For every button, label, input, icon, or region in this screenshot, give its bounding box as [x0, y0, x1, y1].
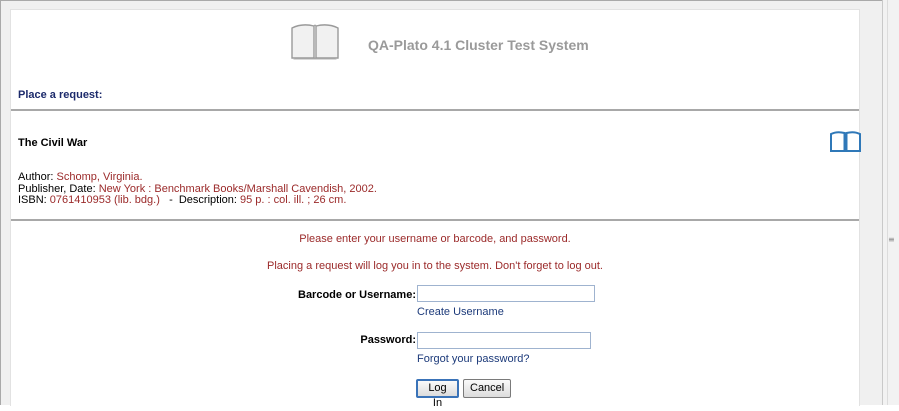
login-instruction: Please enter your username or barcode, a…	[299, 233, 571, 245]
create-username-link[interactable]: Create Username	[417, 306, 504, 318]
login-button[interactable]: Log In	[416, 379, 459, 409]
password-label: Password:	[360, 334, 416, 346]
open-book-icon	[291, 24, 339, 60]
isbn-label: ISBN:	[18, 194, 47, 206]
username-input[interactable]	[417, 285, 595, 302]
scrollbar-grip-icon[interactable]: ≡	[888, 236, 895, 244]
main-content: QA-Plato 4.1 Cluster Test System Place a…	[10, 9, 862, 409]
open-book-icon[interactable]	[829, 131, 862, 153]
item-title: The Civil War	[18, 137, 88, 149]
item-author: Author: Schomp, Virginia.	[18, 171, 143, 183]
header: QA-Plato 4.1 Cluster Test System	[11, 10, 859, 78]
vertical-scrollbar[interactable]: ≡	[882, 0, 899, 405]
scrollbar-track-line	[887, 0, 888, 405]
item-isbn-description: ISBN: 0761410953 (lib. bdg.) - Descripti…	[18, 194, 346, 206]
page-frame: QA-Plato 4.1 Cluster Test System Place a…	[0, 0, 882, 409]
author-label: Author:	[18, 171, 54, 183]
password-input[interactable]	[417, 332, 591, 349]
description-label: Description:	[178, 194, 237, 206]
divider	[11, 109, 859, 111]
cancel-button[interactable]: Cancel	[463, 379, 511, 398]
app-title: QA-Plato 4.1 Cluster Test System	[368, 37, 589, 53]
isbn-value: 0761410953 (lib. bdg.)	[49, 194, 160, 206]
login-warning: Placing a request will log you in to the…	[267, 260, 603, 272]
forgot-password-link[interactable]: Forgot your password?	[417, 353, 530, 365]
author-value: Schomp, Virginia.	[56, 171, 143, 183]
username-label: Barcode or Username:	[298, 289, 416, 301]
description-value: 95 p. : col. ill. ; 26 cm.	[240, 194, 347, 206]
divider	[11, 219, 859, 221]
page-heading: Place a request:	[18, 89, 103, 101]
separator: -	[169, 194, 173, 206]
